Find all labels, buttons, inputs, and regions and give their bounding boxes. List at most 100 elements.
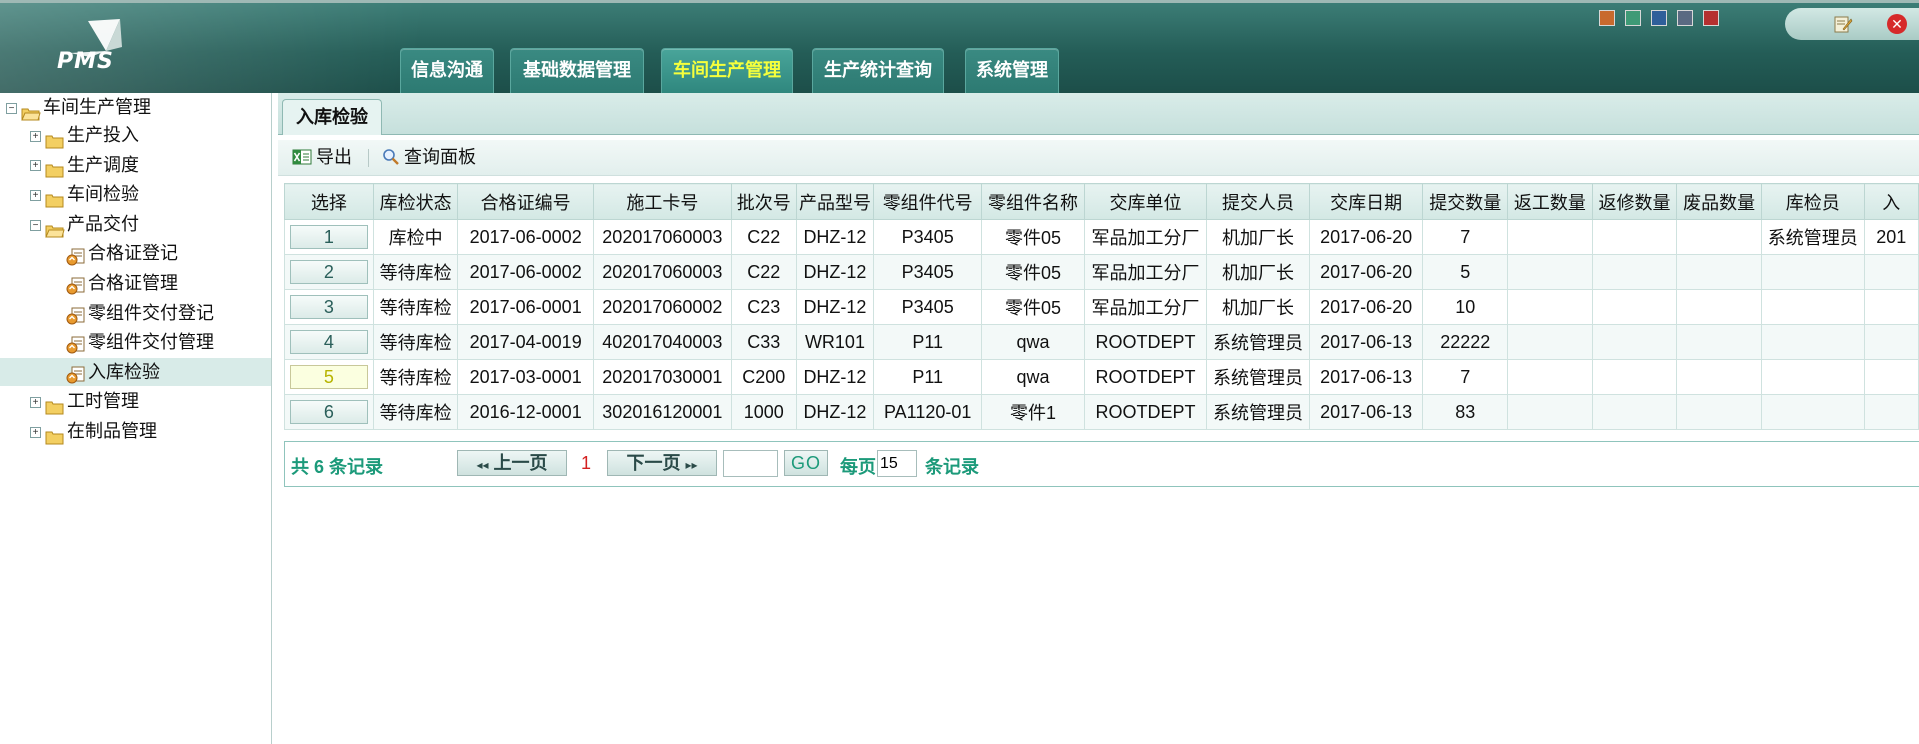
row-select-button[interactable]: 4 (289, 330, 368, 354)
column-header[interactable]: 批次号 (730, 183, 797, 220)
theme-color-swatch[interactable] (1677, 10, 1693, 26)
column-header[interactable]: 库检状态 (372, 183, 459, 220)
expand-icon[interactable]: + (30, 397, 41, 409)
table-cell (1591, 324, 1678, 360)
close-icon[interactable]: ✕ (1887, 14, 1907, 34)
expand-icon[interactable]: + (30, 189, 41, 201)
column-header[interactable]: 返修数量 (1591, 183, 1678, 220)
top-menu-tab[interactable]: 信息沟通 (400, 48, 494, 93)
table-cell: 5 (1422, 254, 1509, 290)
tree-folder-item[interactable]: + 生产投入 (30, 121, 139, 149)
table-cell: P3405 (873, 289, 983, 325)
table-cell: 库检中 (372, 219, 459, 255)
table-cell: 系统管理员 (1760, 219, 1865, 255)
tree-item-label: 车间检验 (67, 184, 139, 205)
theme-color-swatch[interactable] (1625, 10, 1641, 26)
table-cell: 202017060003 (592, 219, 732, 255)
table-cell: 2017-06-20 (1308, 289, 1424, 325)
theme-color-swatch[interactable] (1703, 10, 1719, 26)
per-page-label: 每页 (840, 457, 876, 477)
column-header[interactable]: 施工卡号 (592, 183, 732, 220)
tab-inbound-inspection[interactable]: 入库检验 (282, 99, 382, 135)
table-cell (1507, 324, 1593, 360)
row-select-button[interactable]: 6 (289, 400, 368, 424)
tree-item-label: 工时管理 (67, 391, 139, 412)
query-panel-button[interactable]: 查询面板 (382, 140, 476, 175)
tree-page-item[interactable]: 合格证登记 (0, 239, 271, 267)
column-header[interactable]: 入 (1863, 183, 1919, 220)
table-row[interactable]: 3 等待库检 2017-06-0001 202017060002 C23 DHZ-12 P3… (284, 289, 1919, 325)
prev-page-button[interactable]: ◂◂ 上一页 (457, 450, 567, 476)
column-header[interactable]: 选择 (284, 183, 374, 220)
tree-page-item[interactable]: 零组件交付管理 (0, 328, 271, 356)
table-cell (1507, 359, 1593, 395)
tree-folder-item[interactable]: + 工时管理 (30, 387, 139, 415)
collapse-icon[interactable]: − (30, 219, 41, 231)
expand-icon[interactable]: + (30, 130, 41, 142)
select-cell: 6 (284, 394, 374, 430)
table-cell (1676, 219, 1762, 255)
table-cell: 202017030001 (592, 359, 732, 395)
column-header[interactable]: 交库单位 (1083, 183, 1208, 220)
tree-page-item[interactable]: 合格证管理 (0, 269, 271, 297)
per-page-input[interactable] (877, 450, 917, 477)
table-cell: 2017-06-0001 (457, 289, 594, 325)
top-menu-tab[interactable]: 生产统计查询 (812, 48, 944, 93)
tree-page-item[interactable]: 入库检验 (0, 357, 271, 386)
tree-folder-item[interactable]: + 在制品管理 (30, 417, 157, 445)
top-menu-tab[interactable]: 系统管理 (965, 48, 1059, 93)
tree-folder-item[interactable]: − 产品交付 (30, 210, 139, 238)
tree-item-label: 在制品管理 (67, 421, 157, 441)
table-cell: qwa (981, 324, 1085, 360)
tree-folder-item[interactable]: + 生产调度 (30, 151, 139, 179)
tree-page-item[interactable]: 零组件交付登记 (0, 299, 271, 327)
column-header[interactable]: 提交人员 (1206, 183, 1310, 220)
tree-folder-item[interactable]: + 车间检验 (30, 180, 139, 208)
toolbar: 导出 查询面板 (278, 140, 1919, 176)
table-cell: 2017-03-0001 (457, 359, 594, 395)
table-cell (1591, 359, 1678, 395)
expand-icon[interactable]: + (30, 160, 41, 172)
export-button[interactable]: 导出 (292, 140, 352, 175)
theme-color-swatch[interactable] (1599, 10, 1615, 26)
table-row[interactable]: 5 等待库检 2017-03-0001 202017030001 C200 DHZ-12 P… (284, 359, 1919, 395)
folder-open-icon (21, 101, 41, 121)
table-row[interactable]: 1 库检中 2017-06-0002 202017060003 C22 DHZ-12 P34… (284, 219, 1919, 255)
go-button[interactable]: GO (784, 450, 828, 476)
table-cell: P11 (873, 359, 983, 395)
table-cell: C33 (730, 324, 797, 360)
table-cell (1676, 289, 1762, 325)
goto-page-input[interactable] (723, 450, 778, 477)
top-menu-tab[interactable]: 车间生产管理 (661, 48, 793, 93)
table-row[interactable]: 6 等待库检 2016-12-0001 302016120001 1000 DHZ-12 P… (284, 394, 1919, 430)
column-header[interactable]: 零组件代号 (873, 183, 983, 220)
table-row[interactable]: 4 等待库检 2017-04-0019 402017040003 C33 WR101 P11… (284, 324, 1919, 360)
next-page-button[interactable]: 下一页 ▸▸ (607, 450, 717, 476)
table-cell: 军品加工分厂 (1083, 254, 1208, 290)
column-header[interactable]: 库检员 (1760, 183, 1865, 220)
column-header[interactable]: 废品数量 (1676, 183, 1762, 220)
collapse-icon[interactable]: − (6, 102, 17, 114)
row-select-button[interactable]: 3 (289, 295, 368, 319)
tree-root[interactable]: − 车间生产管理 (6, 93, 151, 121)
expand-icon[interactable]: + (30, 426, 41, 438)
column-header[interactable]: 交库日期 (1308, 183, 1424, 220)
edit-note-icon[interactable] (1833, 14, 1853, 34)
inspection-table: 选择 库检状态 合格证编号 施工卡号 批次号 产品型号 零组件代号 零组件名称 交库单位 提交人员… (284, 183, 1919, 430)
row-select-button[interactable]: 1 (289, 225, 368, 249)
table-cell: 军品加工分厂 (1083, 289, 1208, 325)
column-header[interactable]: 提交数量 (1422, 183, 1509, 220)
column-header[interactable]: 产品型号 (795, 183, 875, 220)
column-header[interactable]: 返工数量 (1507, 183, 1593, 220)
table-cell: 零件1 (981, 394, 1085, 430)
document-icon (66, 305, 86, 325)
column-header[interactable]: 合格证编号 (457, 183, 594, 220)
table-cell (1760, 394, 1865, 430)
top-menu-tab[interactable]: 基础数据管理 (510, 48, 644, 93)
table-row[interactable]: 2 等待库检 2017-06-0002 202017060003 C22 DHZ-12 P3… (284, 254, 1919, 290)
table-cell (1863, 324, 1919, 360)
theme-color-swatch[interactable] (1651, 10, 1667, 26)
column-header[interactable]: 零组件名称 (981, 183, 1085, 220)
row-select-button[interactable]: 5 (289, 365, 368, 389)
row-select-button[interactable]: 2 (289, 260, 368, 284)
